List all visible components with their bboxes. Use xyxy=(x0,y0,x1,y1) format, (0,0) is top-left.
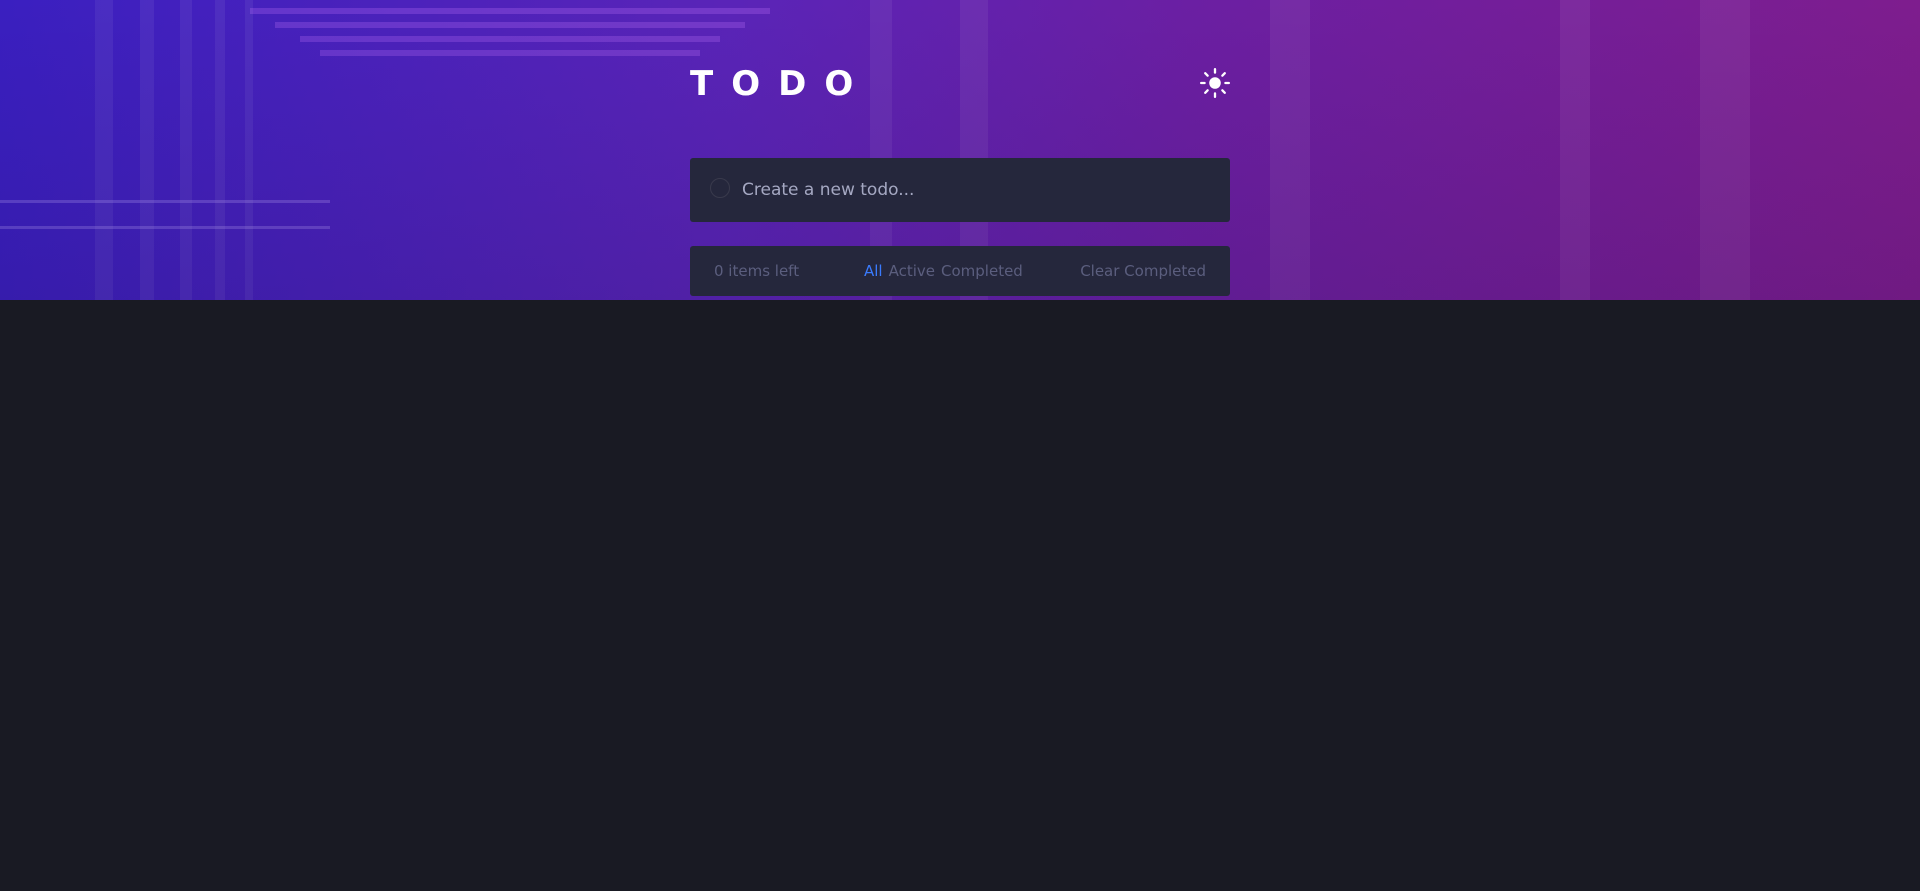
clear-completed-button[interactable]: Clear Completed xyxy=(1080,261,1206,281)
new-todo-check-circle[interactable] xyxy=(710,178,730,198)
todo-footer: 0 items left All Active Completed Clear … xyxy=(690,246,1230,296)
items-left-count: 0 items left xyxy=(714,262,800,280)
filter-group: All Active Completed xyxy=(864,261,1023,281)
new-todo-input[interactable] xyxy=(742,172,1202,208)
filter-all[interactable]: All xyxy=(864,261,883,281)
filter-completed[interactable]: Completed xyxy=(941,261,1023,281)
sun-icon xyxy=(1200,68,1230,98)
new-todo-bar xyxy=(690,158,1230,222)
filter-active[interactable]: Active xyxy=(889,261,935,281)
theme-toggle-button[interactable] xyxy=(1200,68,1230,98)
page-title: TODO xyxy=(690,64,872,104)
